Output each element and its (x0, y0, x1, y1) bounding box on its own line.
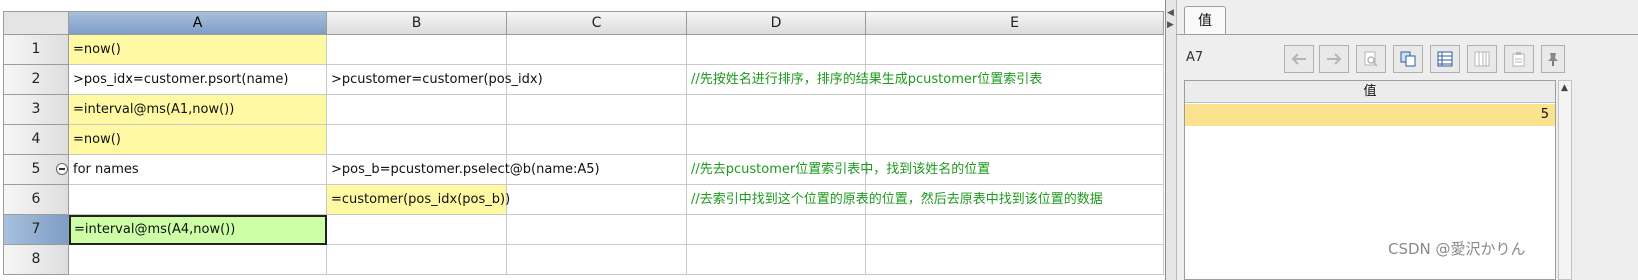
row-header-8[interactable]: 8 (3, 245, 69, 275)
cell-e8[interactable] (866, 245, 1164, 275)
row-header-7[interactable]: 7 (3, 215, 69, 245)
row-number: 5 (31, 161, 41, 177)
cell-d3[interactable] (687, 95, 866, 125)
cell-d5[interactable]: //先去pcustomer位置索引表中，找到该姓名的位置 (687, 155, 990, 185)
column-header-a[interactable]: A (69, 11, 327, 35)
column-view-button[interactable] (1467, 45, 1497, 73)
table-view-button[interactable] (1430, 45, 1460, 73)
cell-a3[interactable]: =interval@ms(A1,now()) (69, 95, 327, 125)
cell-a2[interactable]: >pos_idx=customer.psort(name) (69, 65, 327, 95)
collapse-left-icon[interactable]: ◀ (1167, 8, 1174, 18)
cell-c7[interactable] (507, 215, 687, 245)
cell-c1[interactable] (507, 35, 687, 65)
cell-c4[interactable] (507, 125, 687, 155)
row-header-2[interactable]: 2 (3, 65, 69, 95)
cell-e7[interactable] (866, 215, 1164, 245)
tab-divider (1176, 34, 1638, 35)
copy-button[interactable] (1393, 45, 1423, 73)
row-header-3[interactable]: 3 (3, 95, 69, 125)
cell-e5[interactable] (866, 155, 1164, 185)
cell-d1[interactable] (687, 35, 866, 65)
cell-b3[interactable] (327, 95, 507, 125)
cell-a8[interactable] (69, 245, 327, 275)
row-header-4[interactable]: 4 (3, 125, 69, 155)
cell-e4[interactable] (866, 125, 1164, 155)
watermark: CSDN @愛沢かりん (1388, 240, 1526, 258)
select-all-corner[interactable] (3, 11, 69, 35)
value-column-header: 值 (1185, 81, 1555, 103)
zoom-icon (1364, 51, 1378, 67)
cell-a4[interactable]: =now() (69, 125, 327, 155)
column-view-icon (1474, 51, 1490, 67)
cell-c2[interactable] (507, 65, 687, 95)
current-cell-ref: A7 (1186, 50, 1204, 65)
back-icon (1291, 53, 1306, 65)
collapse-right-icon[interactable]: ▶ (1167, 20, 1174, 30)
tab-value[interactable]: 值 (1184, 6, 1226, 34)
column-header-d[interactable]: D (687, 11, 866, 35)
cell-e3[interactable] (866, 95, 1164, 125)
row-header-6[interactable]: 6 (3, 185, 69, 215)
cell-d7[interactable] (687, 215, 866, 245)
cell-a5[interactable]: for names (69, 155, 327, 185)
cell-b4[interactable] (327, 125, 507, 155)
cell-b5[interactable]: >pos_b=pcustomer.pselect@b(name:A5) (327, 155, 600, 185)
column-header-c[interactable]: C (507, 11, 687, 35)
cell-d4[interactable] (687, 125, 866, 155)
cell-c3[interactable] (507, 95, 687, 125)
table-view-icon (1437, 51, 1453, 67)
copy-icon (1400, 51, 1416, 67)
cell-d6[interactable]: //去索引中找到这个位置的原表的位置，然后去原表中找到该位置的数据 (687, 185, 1103, 215)
cell-a6[interactable] (69, 185, 327, 215)
scroll-up-icon[interactable]: ▲ (1561, 83, 1568, 93)
cell-c6[interactable] (507, 185, 687, 215)
cell-e2[interactable] (866, 65, 1164, 95)
collapse-icon[interactable] (56, 163, 68, 175)
cell-d8[interactable] (687, 245, 866, 275)
cell-b8[interactable] (327, 245, 507, 275)
column-header-b[interactable]: B (327, 11, 507, 35)
forward-button[interactable] (1319, 45, 1349, 73)
row-header-1[interactable]: 1 (3, 35, 69, 65)
clipboard-button[interactable] (1504, 45, 1534, 73)
pin-button[interactable] (1541, 45, 1565, 73)
cell-c8[interactable] (507, 245, 687, 275)
clipboard-icon (1512, 52, 1525, 67)
forward-icon (1327, 53, 1342, 65)
cell-a7[interactable]: =interval@ms(A4,now()) (69, 215, 327, 245)
cell-d2[interactable]: //先按姓名进行排序，排序的结果生成pcustomer位置索引表 (687, 65, 1042, 95)
zoom-button[interactable] (1356, 45, 1386, 73)
cell-b1[interactable] (327, 35, 507, 65)
cell-a1[interactable]: =now() (69, 35, 327, 65)
cell-c5[interactable] (507, 155, 687, 185)
panel-splitter[interactable]: ◀ ▶ (1166, 0, 1177, 280)
cell-b2[interactable]: >pcustomer=customer(pos_idx) (327, 65, 543, 95)
row-header-5[interactable]: 5 (3, 155, 69, 185)
pin-icon (1548, 53, 1558, 66)
cell-b6[interactable]: =customer(pos_idx(pos_b)) (327, 185, 510, 215)
cell-b7[interactable] (327, 215, 507, 245)
cell-e6[interactable] (866, 185, 1164, 215)
value-scrollbar[interactable]: ▲ (1558, 80, 1572, 280)
back-button[interactable] (1284, 45, 1314, 73)
column-header-e[interactable]: E (866, 11, 1164, 35)
cell-e1[interactable] (866, 35, 1164, 65)
value-cell[interactable]: 5 (1185, 104, 1555, 126)
spreadsheet-grid[interactable]: A B C D E 1 2 3 4 5 6 7 8 =now() >pos_id… (0, 0, 1166, 280)
